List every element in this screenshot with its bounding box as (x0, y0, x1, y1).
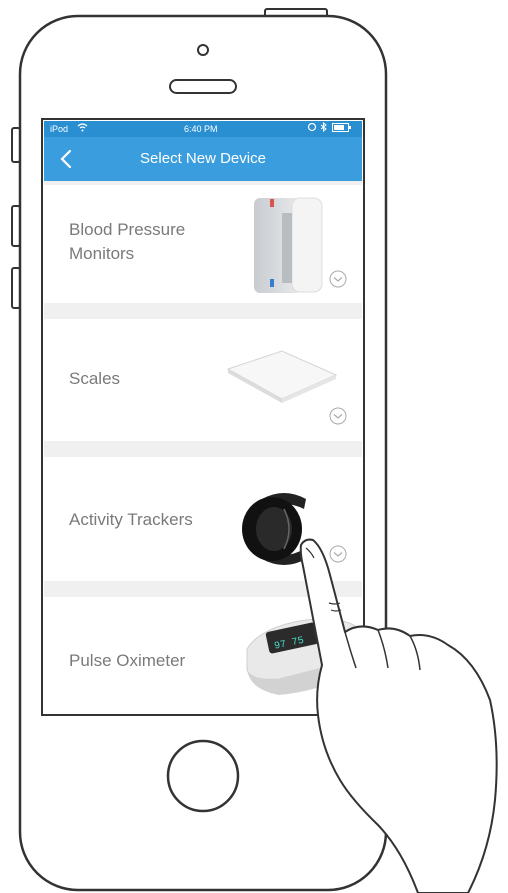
wifi-icon (77, 122, 88, 135)
device-label: Activity Trackers (69, 510, 193, 529)
status-bar: iPod 6:40 PM (44, 121, 362, 137)
app-screen: iPod 6:40 PM Select New Device Blood Pre… (44, 121, 362, 713)
chevron-down-icon[interactable] (329, 270, 347, 288)
bluetooth-icon (320, 121, 327, 135)
battery-icon (332, 123, 352, 135)
nav-bar: Select New Device (44, 137, 362, 181)
activity-tracker-image (242, 493, 306, 565)
device-label: Blood Pressure Monitors (69, 220, 186, 263)
device-row-scales[interactable]: Scales (44, 319, 362, 441)
device-row-blood-pressure[interactable]: Blood Pressure Monitors (44, 185, 362, 303)
page-title: Select New Device (140, 150, 266, 167)
device-label: Pulse Oximeter (69, 651, 186, 670)
pulse-oximeter-image: 97 75 (246, 618, 358, 695)
device-row-activity-trackers[interactable]: Activity Trackers (44, 457, 362, 581)
scale-image (226, 350, 338, 403)
device-label: Scales (69, 369, 121, 388)
chevron-down-icon[interactable] (329, 407, 347, 425)
device-row-pulse-oximeter[interactable]: Pulse Oximeter 97 75 (44, 597, 362, 713)
lock-rotation-icon (307, 122, 317, 135)
status-time: 6:40 PM (184, 124, 218, 134)
chevron-down-icon[interactable] (329, 545, 347, 563)
carrier-label: iPod (50, 124, 69, 134)
blood-pressure-monitor-image (254, 197, 323, 293)
